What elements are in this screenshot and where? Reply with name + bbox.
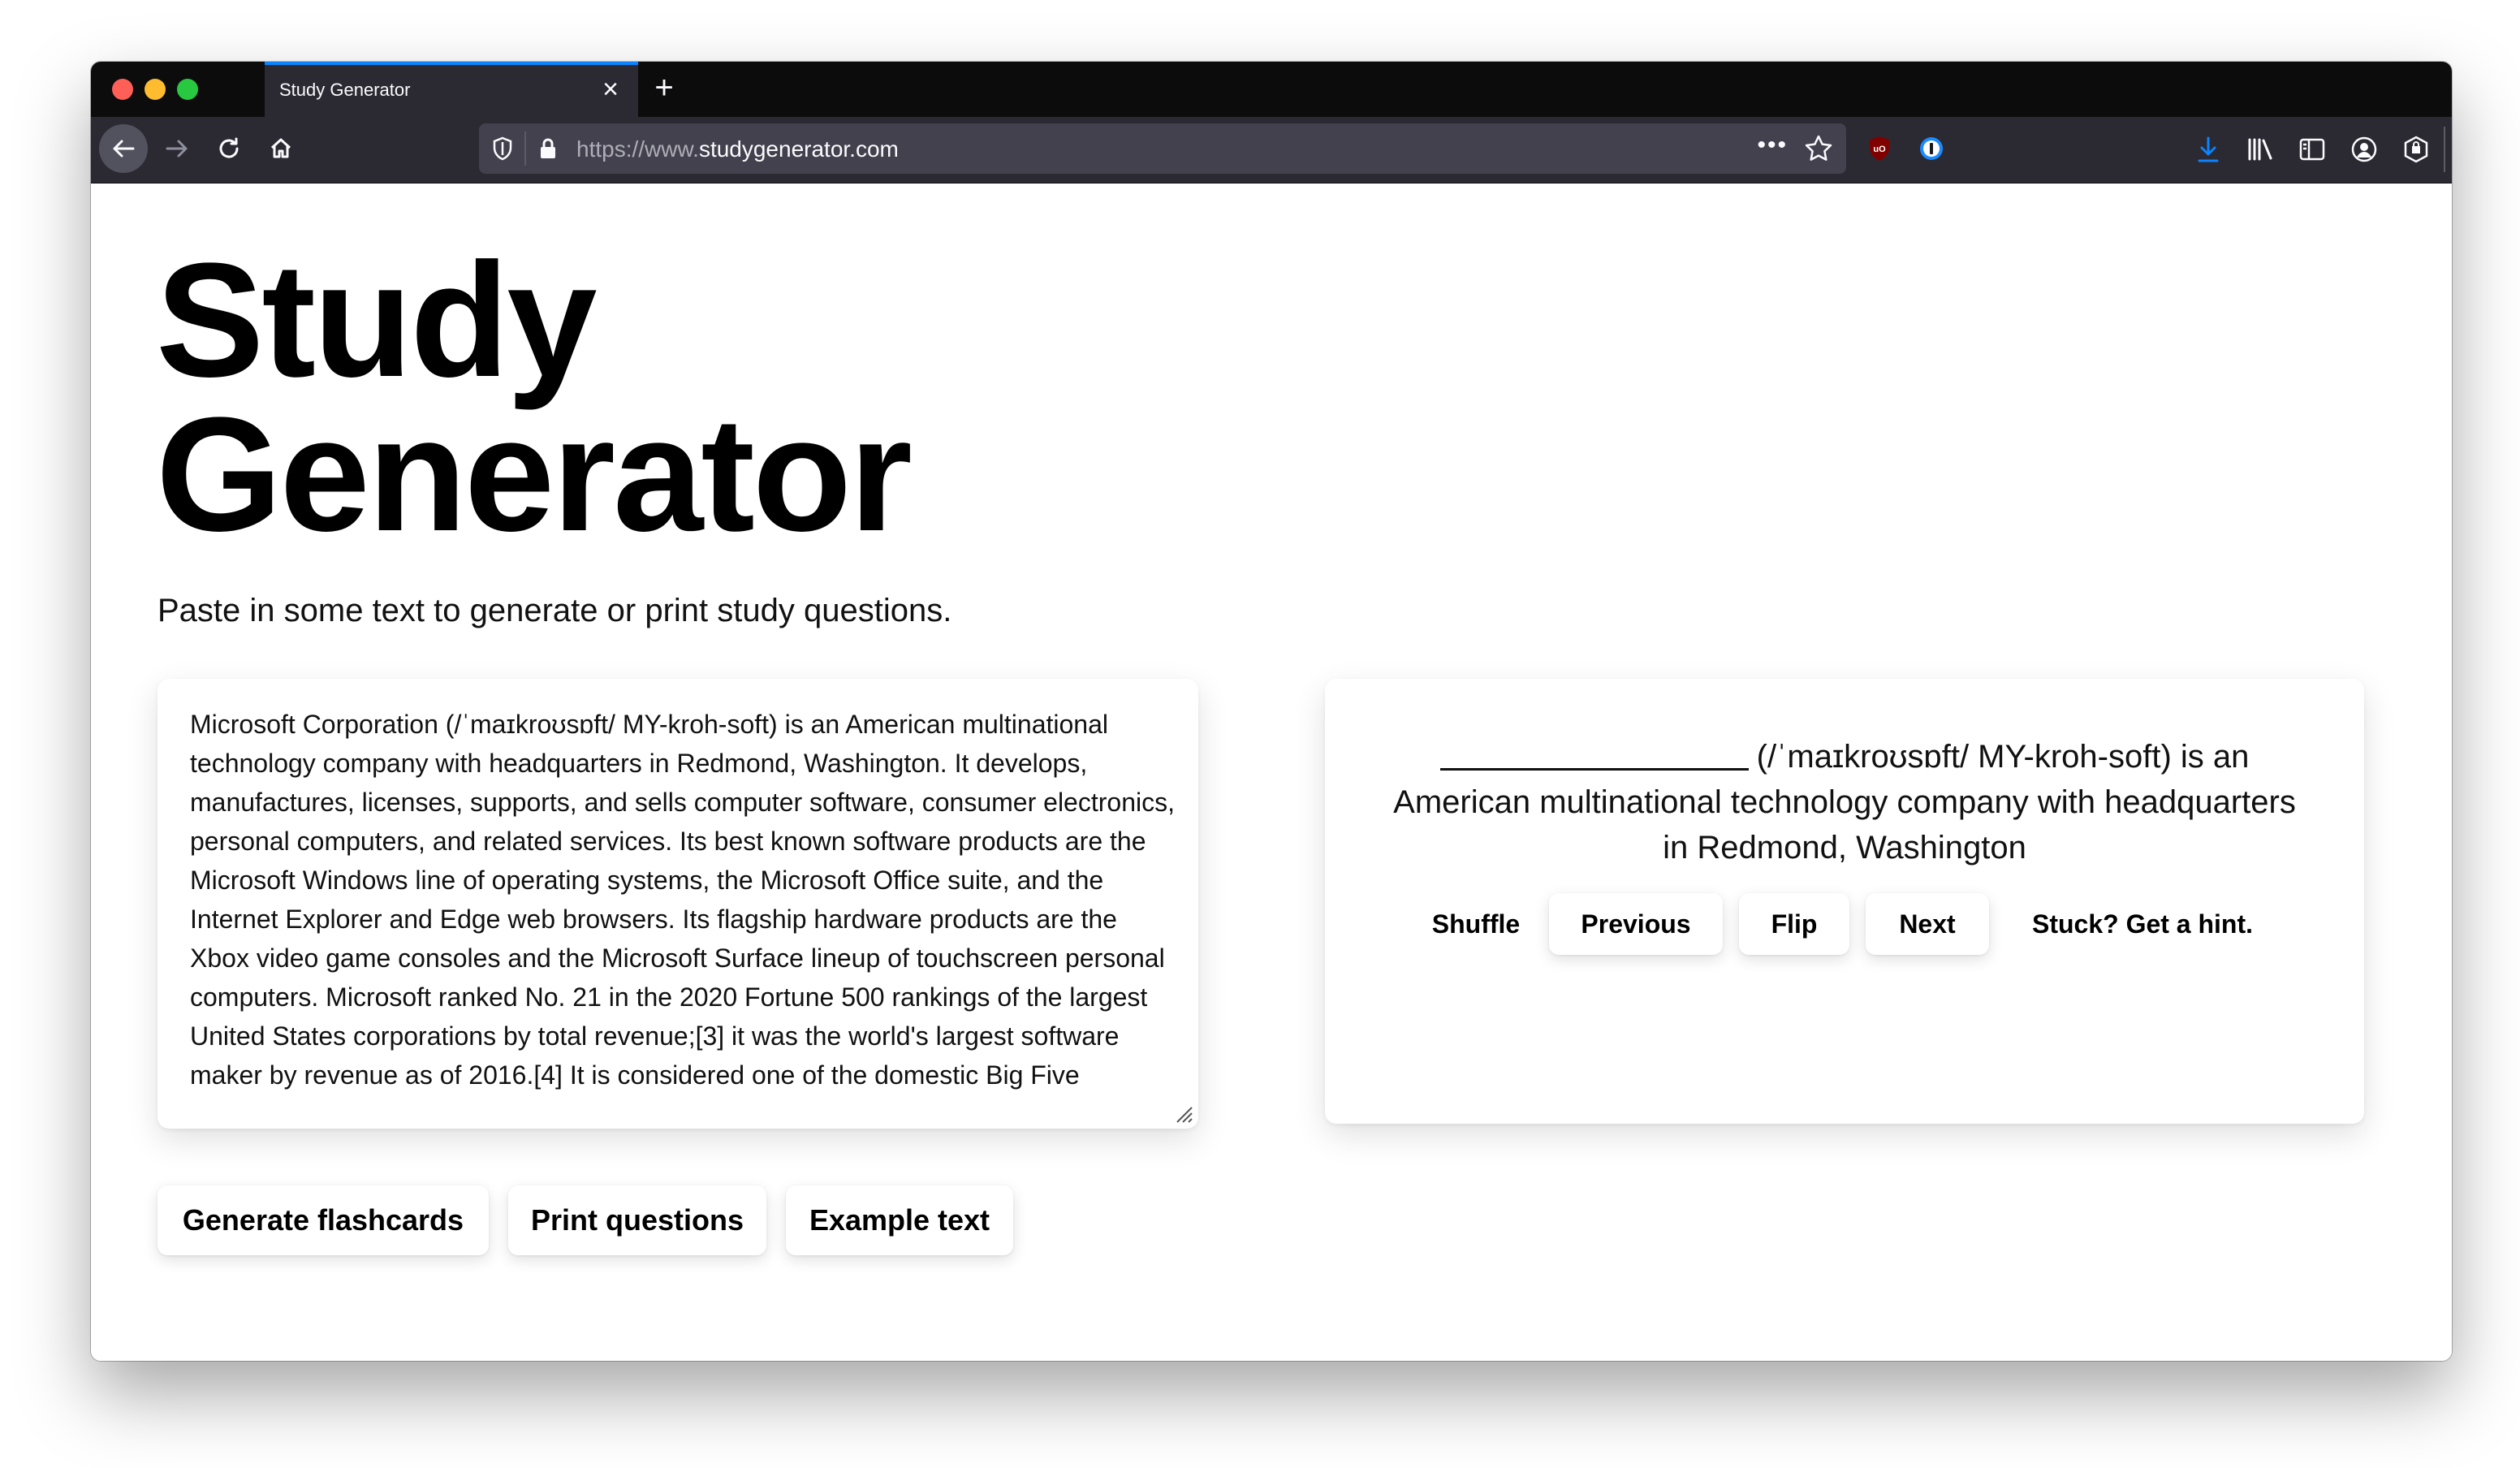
next-button[interactable]: Next <box>1866 893 1989 955</box>
generate-flashcards-button[interactable]: Generate flashcards <box>158 1185 489 1255</box>
library-icon[interactable] <box>2244 133 2276 166</box>
page-subtitle: Paste in some text to generate or print … <box>158 593 952 628</box>
reload-button[interactable] <box>205 124 253 173</box>
new-tab-button[interactable]: + <box>646 70 682 106</box>
print-questions-button[interactable]: Print questions <box>508 1185 766 1255</box>
tab-close-icon[interactable]: × <box>594 73 627 106</box>
url-text[interactable]: https://www.studygenerator.com <box>576 136 899 162</box>
arrow-left-icon <box>113 140 135 158</box>
browser-window: Study Generator × + https://www.studygen… <box>91 62 2452 1361</box>
page-content: Study Generator Paste in some text to ge… <box>91 184 2452 1361</box>
account-icon[interactable] <box>2348 133 2380 166</box>
sidebar-icon[interactable] <box>2296 133 2328 166</box>
answer-blank <box>1439 736 1749 771</box>
back-button[interactable] <box>99 124 148 173</box>
resize-handle-icon[interactable] <box>1172 1103 1193 1124</box>
navigation-toolbar: https://www.studygenerator.com ••• uO <box>91 117 2452 184</box>
flashcard: (/ˈmaɪkroʊsɒft/ MY-kroh-soft) is an Amer… <box>1325 679 2364 1124</box>
flashcard-question: (/ˈmaɪkroʊsɒft/ MY-kroh-soft) is an Amer… <box>1390 734 2299 870</box>
page-title: Study Generator <box>156 230 913 565</box>
page-actions-icon[interactable]: ••• <box>1757 132 1788 159</box>
svg-text:uO: uO <box>1873 145 1886 154</box>
extension-icon[interactable] <box>2400 133 2432 166</box>
url-domain: studygenerator.com <box>698 136 899 162</box>
shuffle-button[interactable]: Shuffle <box>1413 893 1539 955</box>
reload-icon <box>219 137 239 158</box>
lock-icon[interactable] <box>536 136 560 162</box>
tab-strip: Study Generator × + <box>91 62 2452 117</box>
hint-button[interactable]: Stuck? Get a hint. <box>2018 893 2267 955</box>
minimize-window-button[interactable] <box>145 79 166 100</box>
home-button[interactable] <box>257 124 305 173</box>
tab-title: Study Generator <box>279 80 411 100</box>
flip-button[interactable]: Flip <box>1739 893 1849 955</box>
close-window-button[interactable] <box>112 79 133 100</box>
star-icon[interactable] <box>1804 134 1833 163</box>
address-bar-divider <box>524 132 526 166</box>
password-manager-icon[interactable] <box>1918 135 1945 162</box>
source-text[interactable]: Microsoft Corporation (/ˈmaɪkroʊsɒft/ MY… <box>190 705 1180 1103</box>
source-text-area[interactable]: Microsoft Corporation (/ˈmaɪkroʊsɒft/ MY… <box>158 679 1198 1129</box>
example-text-button[interactable]: Example text <box>786 1185 1013 1255</box>
shield-icon[interactable] <box>490 136 515 162</box>
toolbar-divider <box>2444 127 2445 172</box>
home-icon <box>270 138 291 158</box>
tab-study-generator[interactable]: Study Generator × <box>265 62 638 117</box>
flashcard-controls: Shuffle Previous Flip Next Stuck? Get a … <box>1325 893 2364 955</box>
forward-button[interactable] <box>153 124 201 173</box>
ublock-icon[interactable]: uO <box>1866 135 1893 162</box>
address-bar[interactable]: https://www.studygenerator.com ••• <box>479 123 1846 174</box>
arrow-right-icon <box>166 140 188 158</box>
download-icon[interactable] <box>2192 133 2224 166</box>
zoom-window-button[interactable] <box>177 79 198 100</box>
url-prefix: https://www. <box>576 136 699 162</box>
previous-button[interactable]: Previous <box>1549 893 1723 955</box>
